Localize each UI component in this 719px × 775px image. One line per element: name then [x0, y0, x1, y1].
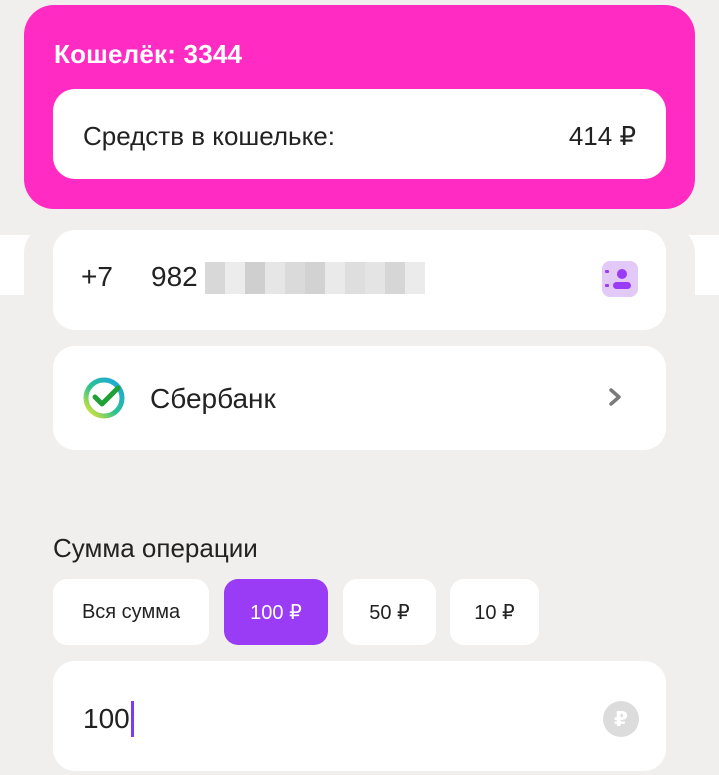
amount-value: 100 [83, 703, 130, 734]
balance-label: Средств в кошельке: [83, 121, 335, 151]
balance-value: 414 ₽ [568, 121, 636, 151]
contact-book-icon[interactable] [602, 261, 638, 297]
chip-full-amount[interactable]: Вся сумма [53, 579, 209, 645]
chevron-right-icon [609, 388, 621, 406]
chip-10[interactable]: 10 ₽ [450, 579, 539, 645]
wallet-card: Кошелёк: 3344 Средств в кошельке: 414 ₽ [24, 5, 695, 209]
sberbank-logo-icon [83, 377, 125, 419]
balance-box: Средств в кошельке: 414 ₽ [53, 89, 666, 179]
chip-100[interactable]: 100 ₽ [224, 579, 328, 645]
wallet-title: Кошелёк: 3344 [54, 39, 243, 69]
amount-section: Сумма операции Вся сумма 100 ₽ 50 ₽ 10 ₽… [24, 495, 695, 775]
phone-input-row[interactable]: +7 982 [53, 230, 666, 330]
amount-title: Сумма операции [53, 533, 258, 563]
phone-country-code: +7 [81, 261, 113, 292]
bank-select-row[interactable]: Сбербанк [53, 346, 666, 450]
ruble-icon: ₽ [603, 701, 639, 737]
chip-50[interactable]: 50 ₽ [343, 579, 436, 645]
text-caret [130, 701, 134, 737]
amount-input[interactable]: 100 ₽ [53, 661, 666, 771]
phone-number-masked [205, 262, 425, 294]
amount-input-field[interactable]: 100 [83, 701, 134, 737]
bank-name: Сбербанк [150, 383, 276, 414]
phone-prefix: 982 [151, 261, 198, 292]
